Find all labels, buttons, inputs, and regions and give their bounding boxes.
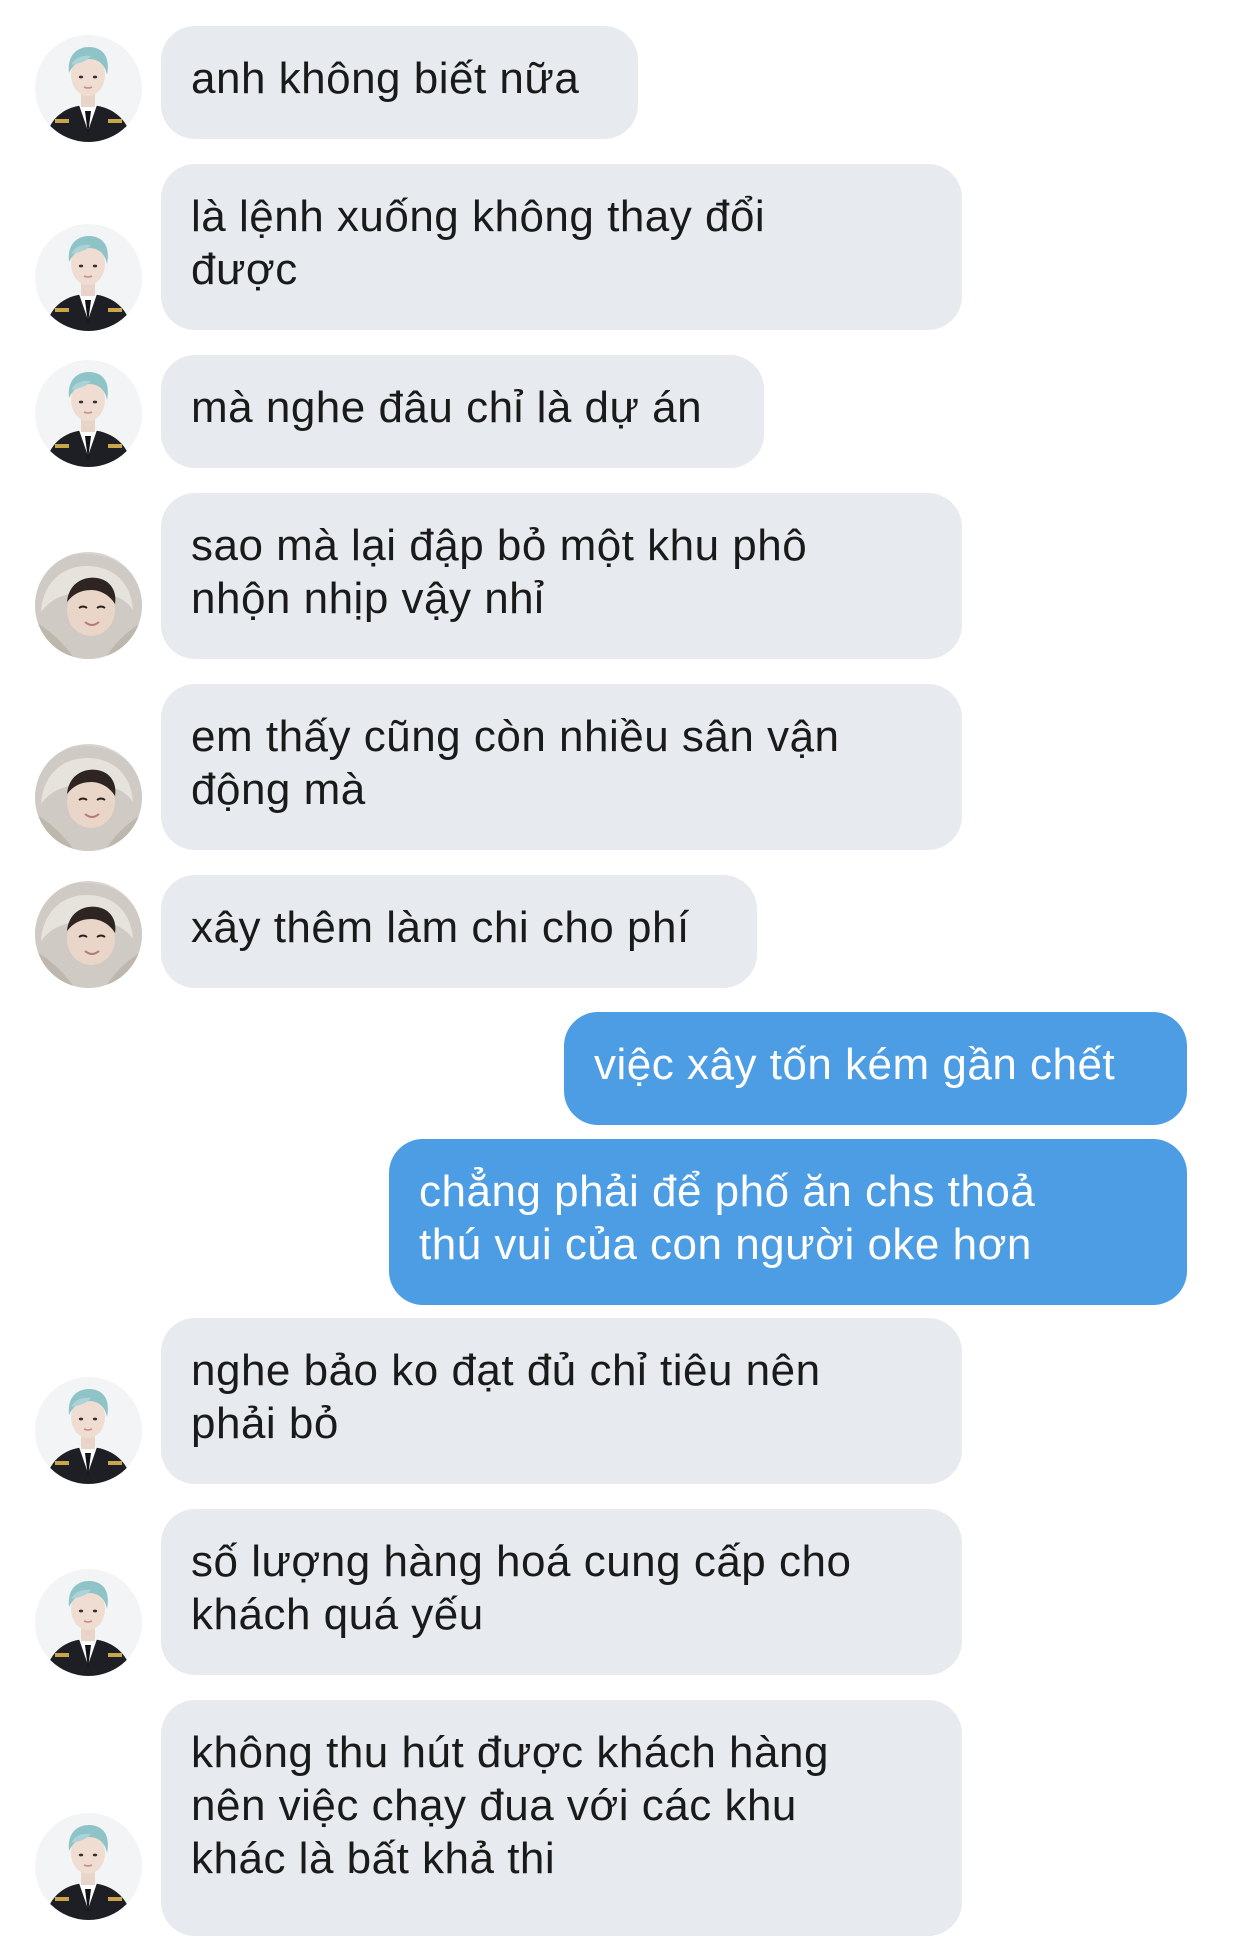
incoming-message[interactable]: số lượng hàng hoá cung cấp cho khách quá… [161, 1509, 962, 1675]
message-row: sao mà lại đập bỏ một khu phô nhộn nhịp … [0, 493, 1237, 659]
avatar-officer-icon[interactable] [35, 360, 142, 467]
incoming-message[interactable]: em thấy cũng còn nhiều sân vận động mà [161, 684, 962, 850]
message-row: mà nghe đâu chỉ là dự án [0, 355, 1237, 468]
avatar-officer-icon[interactable] [35, 35, 142, 142]
avatar-hoodie-icon[interactable] [35, 744, 142, 851]
message-row: em thấy cũng còn nhiều sân vận động mà [0, 684, 1237, 851]
message-row: nghe bảo ko đạt đủ chỉ tiêu nên phải bỏ [0, 1318, 1237, 1484]
incoming-message[interactable]: xây thêm làm chi cho phí [161, 875, 757, 988]
message-row: việc xây tốn kém gần chết [0, 1012, 1237, 1125]
incoming-message[interactable]: nghe bảo ko đạt đủ chỉ tiêu nên phải bỏ [161, 1318, 962, 1484]
outgoing-message[interactable]: việc xây tốn kém gần chết [564, 1012, 1187, 1125]
avatar-officer-icon[interactable] [35, 1377, 142, 1484]
message-row: số lượng hàng hoá cung cấp cho khách quá… [0, 1509, 1237, 1676]
incoming-message[interactable]: mà nghe đâu chỉ là dự án [161, 355, 764, 468]
incoming-message[interactable]: không thu hút được khách hàng nên việc c… [161, 1700, 962, 1936]
avatar-officer-icon[interactable] [35, 1569, 142, 1676]
incoming-message[interactable]: anh không biết nữa [161, 26, 638, 139]
outgoing-message[interactable]: chẳng phải để phố ăn chs thoả thú vui củ… [389, 1139, 1187, 1305]
avatar-hoodie-icon[interactable] [35, 881, 142, 988]
message-thread: anh không biết nữa là lệnh xuống không t… [0, 0, 1237, 1936]
message-row: anh không biết nữa [0, 26, 1237, 142]
incoming-message[interactable]: là lệnh xuống không thay đổi được [161, 164, 962, 330]
avatar-officer-icon[interactable] [35, 1813, 142, 1920]
message-row: không thu hút được khách hàng nên việc c… [0, 1700, 1237, 1936]
message-row: là lệnh xuống không thay đổi được [0, 164, 1237, 331]
message-row: xây thêm làm chi cho phí [0, 875, 1237, 988]
avatar-officer-icon[interactable] [35, 224, 142, 331]
avatar-hoodie-icon[interactable] [35, 552, 142, 659]
message-row: chẳng phải để phố ăn chs thoả thú vui củ… [0, 1139, 1237, 1305]
incoming-message[interactable]: sao mà lại đập bỏ một khu phô nhộn nhịp … [161, 493, 962, 659]
